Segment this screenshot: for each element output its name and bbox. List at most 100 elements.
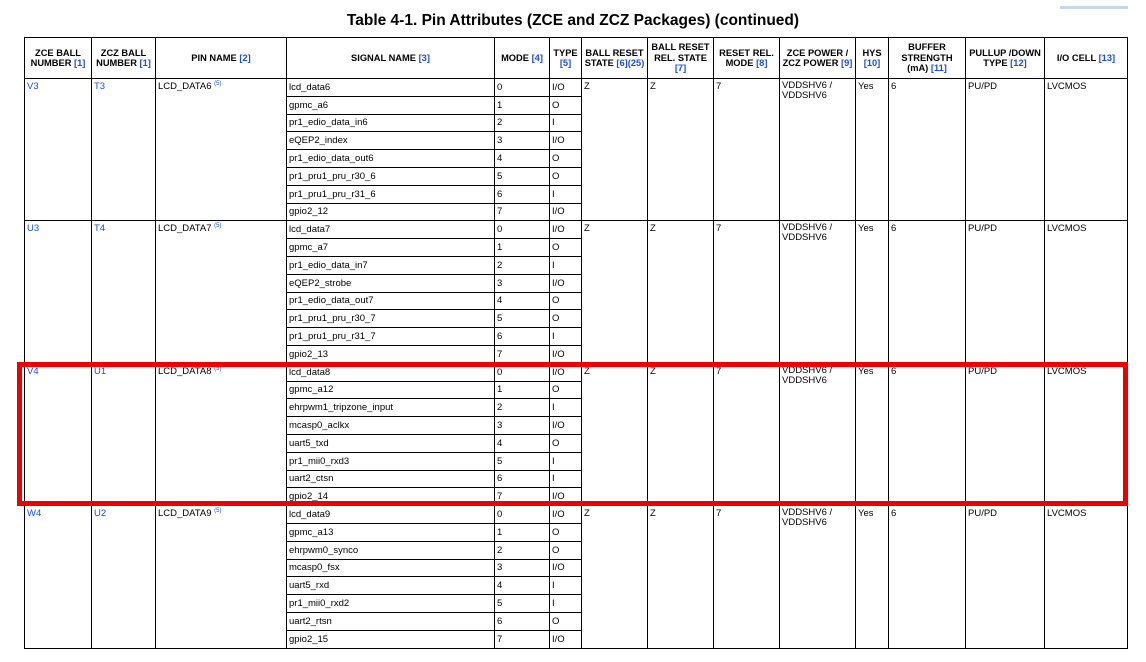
table-row: V3 T3 LCD_DATA6 (5) lcd_data6 0 I/O Z Z 7 VDDSHV6… xyxy=(24,77,1128,222)
zce-ball-number[interactable]: V3 xyxy=(24,77,92,222)
signal-name: pr1_mii0_rxd2 xyxy=(286,594,495,613)
footnote-link[interactable]: [1] xyxy=(74,58,85,68)
pin-attributes-table: ZCE BALL NUMBER [1] ZCZ BALL NUMBER [1] PI… xyxy=(24,37,1128,649)
footnote-link[interactable]: [1] xyxy=(140,58,151,68)
mode-value: 6 xyxy=(494,327,550,346)
mode-value: 2 xyxy=(494,540,550,560)
type-value: I xyxy=(549,255,582,275)
mode-value: 1 xyxy=(494,95,550,115)
power-domain: VDDSHV6 / VDDSHV6 xyxy=(779,362,856,507)
footnote-link[interactable]: (5) xyxy=(214,81,221,87)
ball-reset-rel-state: Z xyxy=(647,77,714,222)
mode-value: 0 xyxy=(494,78,550,97)
type-value: I/O xyxy=(549,78,582,97)
signal-name: gpio2_14 xyxy=(286,487,495,507)
mode-value: 5 xyxy=(494,451,550,471)
type-value: O xyxy=(549,433,582,453)
mode-value: 4 xyxy=(494,149,550,168)
pullup-down-type: PU/PD xyxy=(965,362,1045,507)
footnote-link[interactable]: [3] xyxy=(419,53,430,63)
buffer-strength: 6 xyxy=(888,77,966,222)
ball-reset-rel-state: Z xyxy=(647,220,714,364)
ball-reset-state: Z xyxy=(581,362,648,507)
footnote-link[interactable]: [11] xyxy=(931,63,947,73)
footnote-link[interactable]: [6](25) xyxy=(616,58,644,68)
buffer-strength: 6 xyxy=(888,505,966,649)
signal-name: uart5_txd xyxy=(286,433,495,453)
zce-ball-number[interactable]: V4 xyxy=(24,362,92,507)
pin-name: LCD_DATA7 (5) xyxy=(155,220,287,364)
footnote-link[interactable]: (5) xyxy=(214,508,221,514)
mode-value: 4 xyxy=(494,291,550,311)
footnote-link[interactable]: [9] xyxy=(841,58,852,68)
mode-value: 1 xyxy=(494,238,550,257)
column-header: RESET REL. MODE [8] xyxy=(713,37,780,79)
power-domain: VDDSHV6 / VDDSHV6 xyxy=(779,77,856,222)
signal-name: pr1_edio_data_out6 xyxy=(286,149,495,168)
zcz-ball-number[interactable]: U1 xyxy=(91,362,156,507)
zce-ball-number[interactable]: W4 xyxy=(24,505,92,649)
mode-value: 0 xyxy=(494,220,550,240)
type-value: O xyxy=(549,611,582,631)
type-value: I/O xyxy=(549,344,582,364)
footnote-link[interactable]: [13] xyxy=(1099,53,1116,63)
signal-name: gpio2_13 xyxy=(286,344,495,364)
signal-name: uart5_rxd xyxy=(286,576,495,596)
footnote-link[interactable]: [10] xyxy=(864,58,881,68)
column-header: BALL RESET REL. STATE [7] xyxy=(647,37,714,79)
signal-name: uart2_rtsn xyxy=(286,611,495,631)
type-value: I/O xyxy=(549,202,582,222)
type-value: I/O xyxy=(549,273,582,293)
mode-value: 6 xyxy=(494,469,550,489)
column-header: ZCZ BALL NUMBER [1] xyxy=(91,37,156,79)
footnote-link[interactable]: [4] xyxy=(532,53,543,63)
mode-value: 5 xyxy=(494,166,550,186)
footnote-link[interactable]: [8] xyxy=(756,58,767,68)
column-header: MODE [4] xyxy=(494,37,550,79)
mode-value: 7 xyxy=(494,629,550,649)
signal-name: eQEP2_strobe xyxy=(286,273,495,293)
pin-name: LCD_DATA9 (5) xyxy=(155,505,287,649)
column-header: SIGNAL NAME [3] xyxy=(286,37,495,79)
footnote-link[interactable]: [2] xyxy=(239,53,250,63)
power-domain: VDDSHV6 / VDDSHV6 xyxy=(779,220,856,364)
mode-value: 0 xyxy=(494,362,550,382)
column-header: BUFFER STRENGTH (mA) [11] xyxy=(888,37,966,79)
header-row: ZCE BALL NUMBER [1] ZCZ BALL NUMBER [1] PI… xyxy=(24,37,1128,79)
type-value: I/O xyxy=(549,362,582,382)
signal-name: gpmc_a13 xyxy=(286,522,495,542)
signal-name: gpio2_12 xyxy=(286,202,495,222)
signal-name: lcd_data9 xyxy=(286,505,495,524)
zcz-ball-number[interactable]: U2 xyxy=(91,505,156,649)
ball-reset-rel-state: Z xyxy=(647,362,714,507)
mode-value: 3 xyxy=(494,131,550,151)
footnote-link[interactable]: [5] xyxy=(560,58,571,68)
table-row: W4 U2 LCD_DATA9 (5) lcd_data9 0 I/O Z Z 7 VDDSHV6… xyxy=(24,505,1128,649)
zcz-ball-number[interactable]: T4 xyxy=(91,220,156,364)
zce-ball-number[interactable]: U3 xyxy=(24,220,92,364)
signal-name: pr1_edio_data_out7 xyxy=(286,291,495,311)
buffer-strength: 6 xyxy=(888,220,966,364)
ball-reset-state: Z xyxy=(581,220,648,364)
type-value: O xyxy=(549,291,582,311)
mode-value: 7 xyxy=(494,487,550,507)
ball-reset-state: Z xyxy=(581,505,648,649)
footnote-link[interactable]: (5) xyxy=(214,366,221,372)
buffer-strength: 6 xyxy=(888,362,966,507)
signal-name: ehrpwm0_synco xyxy=(286,540,495,560)
io-cell: LVCMOS xyxy=(1044,77,1128,222)
io-cell: LVCMOS xyxy=(1044,362,1128,507)
signal-name: pr1_edio_data_in6 xyxy=(286,113,495,133)
footnote-link[interactable]: (5) xyxy=(214,223,221,229)
column-header: PULLUP /DOWN TYPE [12] xyxy=(965,37,1045,79)
type-value: I/O xyxy=(549,629,582,649)
type-value: I xyxy=(549,576,582,596)
footnote-link[interactable]: [7] xyxy=(675,63,686,73)
zcz-ball-number[interactable]: T3 xyxy=(91,77,156,222)
signal-name: lcd_data6 xyxy=(286,78,495,97)
signal-name: pr1_pru1_pru_r30_7 xyxy=(286,309,495,329)
column-header: PIN NAME [2] xyxy=(155,37,287,79)
signal-name: pr1_pru1_pru_r30_6 xyxy=(286,166,495,186)
footnote-link[interactable]: [12] xyxy=(1010,58,1027,68)
type-value: O xyxy=(549,95,582,115)
